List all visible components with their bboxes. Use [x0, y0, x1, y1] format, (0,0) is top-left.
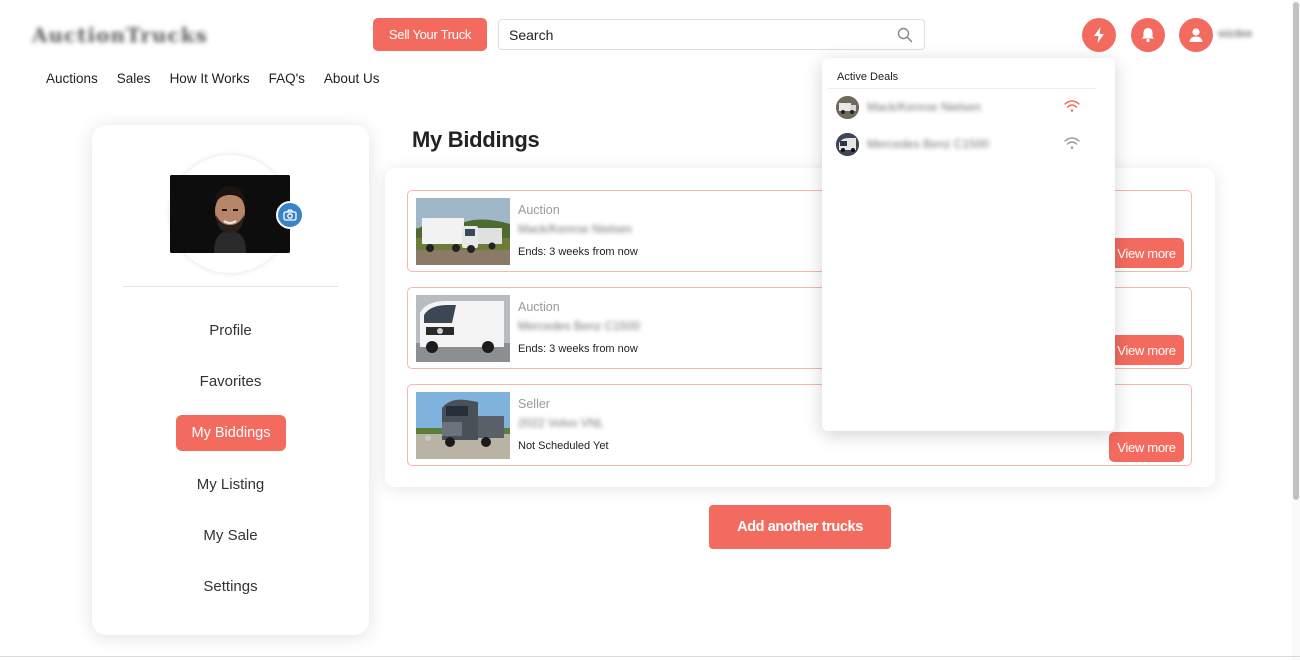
page-title: My Biddings — [412, 127, 540, 152]
bidding-status: Not Scheduled Yet — [518, 440, 609, 452]
bidding-truck-name: 2022 Volvo VNL — [518, 416, 605, 430]
sidebar-item-profile[interactable]: Profile — [92, 322, 369, 339]
nav-faqs[interactable]: FAQ's — [269, 71, 305, 86]
view-more-button[interactable]: View more — [1109, 238, 1184, 268]
active-deals-divider — [828, 88, 1096, 89]
active-deals-title: Active Deals — [837, 71, 899, 83]
logo-text: AuctionTrucks — [32, 23, 208, 47]
deal-truck-name: Mercedes Benz C1500 — [867, 137, 990, 151]
nav-sales[interactable]: Sales — [117, 71, 151, 86]
wifi-signal-icon — [1064, 136, 1080, 150]
view-more-button[interactable]: View more — [1109, 335, 1184, 365]
active-deal-item[interactable]: Mack/Kenroe Nielsen — [836, 95, 1092, 119]
sidebar-item-favorites[interactable]: Favorites — [92, 373, 369, 390]
deal-avatar — [836, 133, 859, 156]
page-bottom-divider — [0, 656, 1300, 657]
deal-truck-name: Mack/Kenroe Nielsen — [867, 100, 982, 114]
nav-how-it-works[interactable]: How It Works — [170, 71, 250, 86]
notification-bell-icon[interactable] — [1131, 18, 1165, 52]
bidding-type: Auction — [518, 203, 560, 217]
sidebar-item-settings[interactable]: Settings — [92, 578, 369, 595]
username-label[interactable]: wizdee — [1218, 28, 1252, 40]
sell-your-truck-button[interactable]: Sell Your Truck — [373, 18, 487, 51]
truck-thumbnail — [416, 392, 510, 459]
search-bar — [498, 19, 925, 50]
sidebar-divider — [123, 286, 338, 287]
view-more-button[interactable]: View more — [1109, 432, 1184, 462]
search-input[interactable] — [509, 26, 896, 43]
sidebar-item-my-sale[interactable]: My Sale — [92, 527, 369, 544]
profile-photo — [170, 175, 290, 253]
bidding-status: Ends: 3 weeks from now — [518, 246, 638, 258]
bidding-status: Ends: 3 weeks from now — [518, 343, 638, 355]
page-scrollbar[interactable] — [1293, 2, 1299, 500]
lightning-icon[interactable] — [1082, 18, 1116, 52]
search-icon[interactable] — [896, 26, 914, 44]
nav-auctions[interactable]: Auctions — [46, 71, 98, 86]
camera-icon[interactable] — [276, 201, 304, 229]
nav-about-us[interactable]: About Us — [324, 71, 380, 86]
user-avatar-icon[interactable] — [1179, 18, 1213, 52]
add-another-trucks-button[interactable]: Add another trucks — [709, 505, 891, 549]
truck-thumbnail — [416, 295, 510, 362]
profile-avatar — [170, 155, 290, 273]
bidding-type: Auction — [518, 300, 560, 314]
profile-sidebar: Profile Favorites My Biddings My Listing… — [92, 125, 369, 635]
sidebar-item-my-listing[interactable]: My Listing — [92, 476, 369, 493]
deal-avatar — [836, 96, 859, 119]
truck-thumbnail — [416, 198, 510, 265]
sidebar-item-my-biddings[interactable]: My Biddings — [176, 415, 286, 451]
active-deal-item[interactable]: Mercedes Benz C1500 — [836, 132, 1092, 156]
bidding-type: Seller — [518, 397, 550, 411]
site-logo[interactable]: AuctionTrucks — [32, 12, 222, 58]
wifi-signal-icon — [1064, 99, 1080, 113]
bidding-truck-name: Mack/Kenroe Nielsen — [518, 222, 633, 236]
active-deals-dropdown: Active Deals Mack/Kenroe Nielsen Mercede… — [822, 58, 1115, 431]
main-nav: Auctions Sales How It Works FAQ's About … — [46, 71, 398, 86]
bidding-truck-name: Mercedes Benz C1500 — [518, 319, 641, 333]
